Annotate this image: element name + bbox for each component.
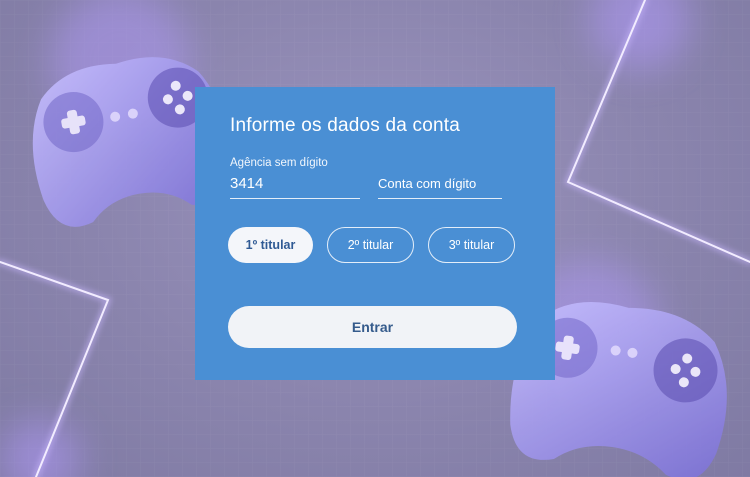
agencia-field-label: Agência sem dígito [230,157,328,169]
titular-2-button[interactable]: 2º titular [327,227,414,263]
agencia-input[interactable]: 3414 [230,175,263,192]
titular-3-button[interactable]: 3º titular [428,227,515,263]
dialog-title: Informe os dados da conta [230,115,460,136]
page-root: Informe os dados da conta Agência sem dí… [0,0,750,477]
conta-input[interactable]: Conta com dígito [378,176,476,191]
account-dialog: Informe os dados da conta Agência sem dí… [195,87,555,380]
conta-field[interactable]: Conta com dígito [378,157,502,199]
agencia-field[interactable]: Agência sem dígito 3414 [230,157,360,199]
titular-1-button[interactable]: 1º titular [228,227,313,263]
entrar-button[interactable]: Entrar [228,306,517,348]
